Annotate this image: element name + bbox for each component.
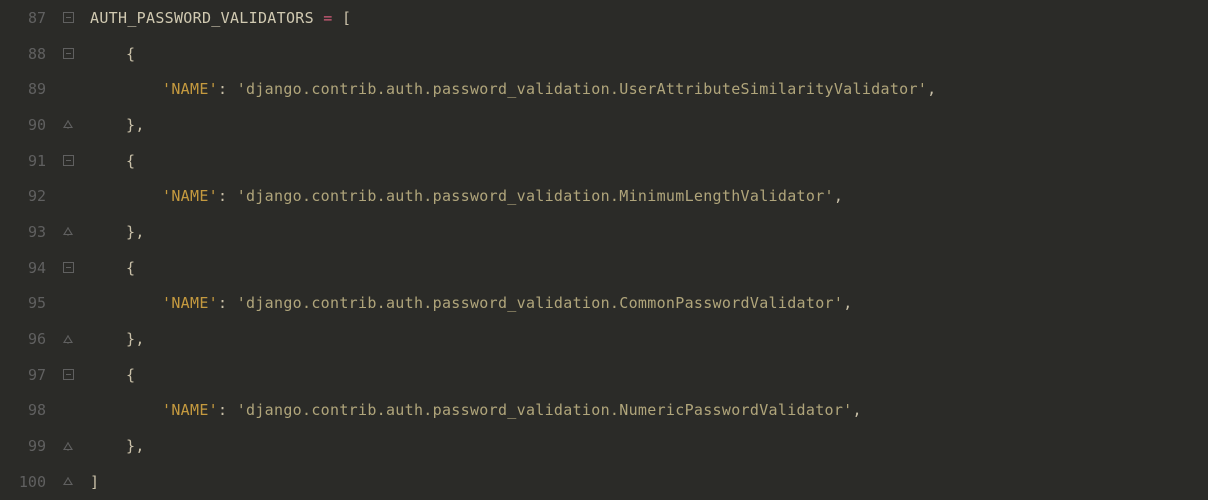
code-content[interactable]: AUTH_PASSWORD_VALIDATORS = [ xyxy=(78,9,351,27)
string-literal: 'django.contrib.auth.password_validation… xyxy=(237,294,844,312)
fold-gutter[interactable] xyxy=(58,369,78,380)
punct: , xyxy=(834,187,843,205)
fold-gutter[interactable] xyxy=(58,12,78,23)
line-number: 89 xyxy=(0,80,58,98)
fold-toggle-icon[interactable] xyxy=(63,369,74,380)
punct: , xyxy=(843,294,852,312)
punct: : xyxy=(218,80,227,98)
code-content[interactable]: 'NAME': 'django.contrib.auth.password_va… xyxy=(78,80,937,98)
operator: = xyxy=(314,9,342,27)
line-number: 94 xyxy=(0,259,58,277)
fold-end-icon xyxy=(64,477,73,486)
space xyxy=(227,80,236,98)
fold-end-icon xyxy=(64,120,73,129)
code-content[interactable]: { xyxy=(78,152,135,170)
line-number: 90 xyxy=(0,116,58,134)
space xyxy=(227,187,236,205)
punct: }, xyxy=(126,116,145,134)
dict-key: 'NAME' xyxy=(162,401,218,419)
line-number: 96 xyxy=(0,330,58,348)
line-number: 92 xyxy=(0,187,58,205)
code-content[interactable]: 'NAME': 'django.contrib.auth.password_va… xyxy=(78,187,843,205)
fold-end-icon xyxy=(64,442,73,451)
punct: ] xyxy=(90,473,99,491)
fold-gutter[interactable] xyxy=(58,120,78,129)
dict-key: 'NAME' xyxy=(162,80,218,98)
string-literal: 'django.contrib.auth.password_validation… xyxy=(237,187,834,205)
punct: }, xyxy=(126,330,145,348)
identifier: AUTH_PASSWORD_VALIDATORS xyxy=(90,9,314,27)
code-line[interactable]: 93 }, xyxy=(0,214,1208,250)
dict-key: 'NAME' xyxy=(162,294,218,312)
code-content[interactable]: }, xyxy=(78,116,145,134)
punct: { xyxy=(126,366,135,384)
line-number: 99 xyxy=(0,437,58,455)
fold-gutter[interactable] xyxy=(58,335,78,344)
line-number: 98 xyxy=(0,401,58,419)
code-line[interactable]: 94 { xyxy=(0,250,1208,286)
punct: : xyxy=(218,187,227,205)
code-line[interactable]: 97 { xyxy=(0,357,1208,393)
code-content[interactable]: ] xyxy=(78,473,99,491)
fold-toggle-icon[interactable] xyxy=(63,262,74,273)
fold-gutter[interactable] xyxy=(58,262,78,273)
code-editor[interactable]: 87 AUTH_PASSWORD_VALIDATORS = [ 88 { 89 … xyxy=(0,0,1208,500)
code-content[interactable]: { xyxy=(78,366,135,384)
space xyxy=(227,401,236,419)
fold-gutter[interactable] xyxy=(58,155,78,166)
line-number: 93 xyxy=(0,223,58,241)
punct: : xyxy=(218,294,227,312)
code-content[interactable]: }, xyxy=(78,330,145,348)
fold-toggle-icon[interactable] xyxy=(63,48,74,59)
code-content[interactable]: { xyxy=(78,45,135,63)
code-line[interactable]: 96 }, xyxy=(0,321,1208,357)
line-number: 100 xyxy=(0,473,58,491)
fold-gutter[interactable] xyxy=(58,48,78,59)
code-line[interactable]: 87 AUTH_PASSWORD_VALIDATORS = [ xyxy=(0,0,1208,36)
fold-gutter[interactable] xyxy=(58,442,78,451)
string-literal: 'django.contrib.auth.password_validation… xyxy=(237,80,927,98)
fold-toggle-icon[interactable] xyxy=(63,12,74,23)
code-content[interactable]: }, xyxy=(78,437,145,455)
punct: { xyxy=(126,45,135,63)
code-content[interactable]: }, xyxy=(78,223,145,241)
dict-key: 'NAME' xyxy=(162,187,218,205)
code-line[interactable]: 89 'NAME': 'django.contrib.auth.password… xyxy=(0,71,1208,107)
punct: { xyxy=(126,152,135,170)
punct: { xyxy=(126,259,135,277)
code-content[interactable]: { xyxy=(78,259,135,277)
punct: , xyxy=(927,80,936,98)
line-number: 91 xyxy=(0,152,58,170)
fold-gutter[interactable] xyxy=(58,227,78,236)
code-line[interactable]: 90 }, xyxy=(0,107,1208,143)
code-content[interactable]: 'NAME': 'django.contrib.auth.password_va… xyxy=(78,401,862,419)
code-line[interactable]: 88 { xyxy=(0,36,1208,72)
string-literal: 'django.contrib.auth.password_validation… xyxy=(237,401,853,419)
code-line[interactable]: 100 ] xyxy=(0,464,1208,500)
fold-end-icon xyxy=(64,335,73,344)
fold-toggle-icon[interactable] xyxy=(63,155,74,166)
punct: }, xyxy=(126,437,145,455)
code-line[interactable]: 99 }, xyxy=(0,428,1208,464)
code-line[interactable]: 92 'NAME': 'django.contrib.auth.password… xyxy=(0,178,1208,214)
code-line[interactable]: 95 'NAME': 'django.contrib.auth.password… xyxy=(0,286,1208,322)
line-number: 87 xyxy=(0,9,58,27)
fold-gutter[interactable] xyxy=(58,477,78,486)
code-content[interactable]: 'NAME': 'django.contrib.auth.password_va… xyxy=(78,294,853,312)
punct: }, xyxy=(126,223,145,241)
code-line[interactable]: 98 'NAME': 'django.contrib.auth.password… xyxy=(0,393,1208,429)
punct: , xyxy=(853,401,862,419)
code-line[interactable]: 91 { xyxy=(0,143,1208,179)
fold-end-icon xyxy=(64,227,73,236)
line-number: 88 xyxy=(0,45,58,63)
space xyxy=(227,294,236,312)
punct: : xyxy=(218,401,227,419)
line-number: 95 xyxy=(0,294,58,312)
punct: [ xyxy=(342,9,351,27)
line-number: 97 xyxy=(0,366,58,384)
